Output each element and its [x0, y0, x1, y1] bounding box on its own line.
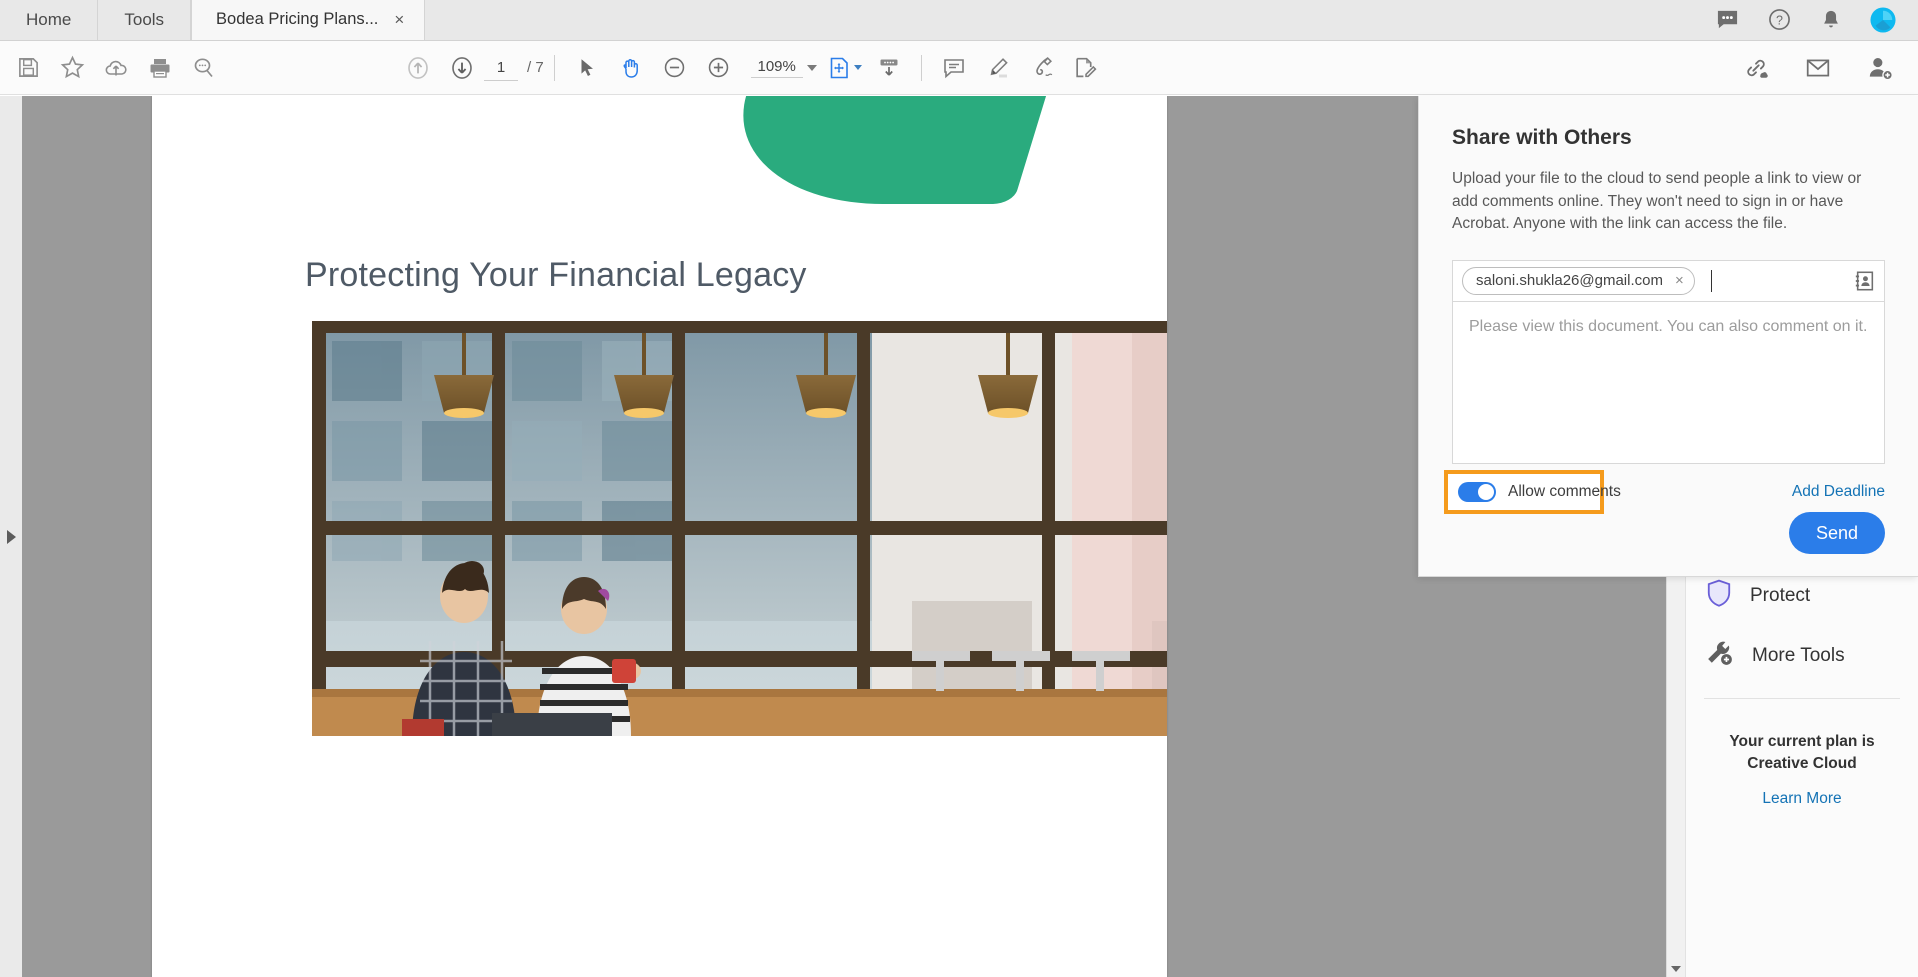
zoom-level-value: 109% — [750, 58, 803, 78]
svg-text:?: ? — [1776, 13, 1783, 27]
document-page: Protecting Your Financial Legacy — [152, 96, 1167, 977]
tab-document[interactable]: Bodea Pricing Plans... × — [191, 0, 426, 40]
tab-bar: Home Tools Bodea Pricing Plans... × ? — [0, 0, 1918, 41]
share-panel-description: Upload your file to the cloud to send pe… — [1452, 170, 1862, 233]
recipient-chip[interactable]: saloni.shukla26@gmail.com × — [1462, 266, 1695, 295]
next-page-icon[interactable] — [440, 48, 484, 88]
add-person-icon[interactable] — [1858, 48, 1902, 88]
document-photo — [312, 321, 1167, 736]
toolbar-divider-2 — [920, 54, 922, 81]
page-number-input[interactable] — [484, 54, 518, 81]
tab-tools[interactable]: Tools — [98, 0, 192, 40]
toolbar-divider — [553, 54, 555, 81]
text-cursor — [1710, 269, 1712, 292]
toolbar: / 7 109% — [0, 41, 1918, 95]
zoom-control[interactable]: 109% — [750, 58, 817, 78]
close-icon[interactable]: × — [392, 11, 406, 28]
toolbar-share-group — [1734, 48, 1918, 88]
tab-tools-label: Tools — [124, 9, 165, 29]
sidebar-item-more-tools[interactable]: More Tools — [1686, 626, 1918, 686]
recipients-field[interactable]: saloni.shukla26@gmail.com × — [1452, 259, 1885, 302]
share-panel-footer: Send — [1419, 490, 1918, 576]
tab-bar-left: Home Tools Bodea Pricing Plans... × — [0, 0, 426, 40]
toolbar-file-group — [6, 48, 226, 88]
page-total-label: / 7 — [527, 59, 544, 76]
plan-title: Your current plan is Creative Cloud — [1729, 733, 1875, 773]
recipient-email: saloni.shukla26@gmail.com — [1476, 272, 1663, 290]
toolbar-nav-group: / 7 109% — [396, 48, 1108, 88]
avatar[interactable] — [1870, 6, 1896, 33]
save-icon[interactable] — [6, 48, 50, 88]
email-icon[interactable] — [1796, 48, 1840, 88]
search-icon[interactable] — [182, 48, 226, 88]
notification-bell-icon[interactable] — [1818, 7, 1844, 33]
send-button[interactable]: Send — [1789, 512, 1885, 554]
sidebar-item-label: More Tools — [1752, 645, 1845, 666]
scroll-down-icon[interactable] — [1667, 960, 1685, 977]
draw-freehand-icon[interactable] — [1020, 48, 1064, 88]
zoom-out-icon[interactable] — [653, 48, 697, 88]
cloud-upload-icon[interactable] — [94, 48, 138, 88]
comment-icon[interactable] — [932, 48, 976, 88]
previous-page-icon[interactable] — [396, 48, 440, 88]
tab-document-label: Bodea Pricing Plans... — [216, 10, 379, 28]
decorative-green-shape — [713, 96, 1095, 204]
select-cursor-icon[interactable] — [565, 48, 609, 88]
help-icon[interactable]: ? — [1766, 7, 1792, 33]
wrench-plus-icon — [1706, 640, 1734, 672]
sidebar-item-label: Protect — [1750, 585, 1811, 606]
learn-more-link[interactable]: Learn More — [1762, 790, 1841, 808]
fit-page-icon[interactable] — [823, 48, 867, 88]
highlight-pen-icon[interactable] — [976, 48, 1020, 88]
chat-icon[interactable] — [1714, 7, 1740, 33]
message-textarea[interactable]: Please view this document. You can also … — [1452, 301, 1885, 464]
print-icon[interactable] — [138, 48, 182, 88]
expand-sidebar-icon[interactable] — [6, 529, 16, 544]
share-link-icon[interactable] — [1734, 48, 1778, 88]
chevron-down-icon[interactable] — [854, 65, 863, 70]
sign-document-icon[interactable] — [1064, 48, 1108, 88]
scroll-mode-icon[interactable] — [867, 48, 911, 88]
remove-recipient-icon[interactable]: × — [1675, 273, 1684, 288]
share-panel-title: Share with Others — [1452, 126, 1632, 149]
tab-home-label: Home — [26, 9, 72, 29]
tab-home[interactable]: Home — [0, 0, 99, 40]
page-title: Protecting Your Financial Legacy — [305, 256, 807, 294]
plan-info: Your current plan is Creative Cloud Lear… — [1686, 699, 1918, 808]
chevron-down-icon[interactable] — [806, 64, 817, 71]
left-sidebar-toggle[interactable] — [0, 96, 22, 977]
zoom-in-icon[interactable] — [697, 48, 741, 88]
star-icon[interactable] — [50, 48, 94, 88]
shield-icon — [1706, 579, 1732, 613]
address-book-icon[interactable] — [1854, 270, 1876, 292]
tab-bar-right: ? — [1714, 0, 1918, 40]
hand-pan-icon[interactable] — [609, 48, 653, 88]
share-with-others-panel: Share with Others Upload your file to th… — [1418, 96, 1918, 577]
